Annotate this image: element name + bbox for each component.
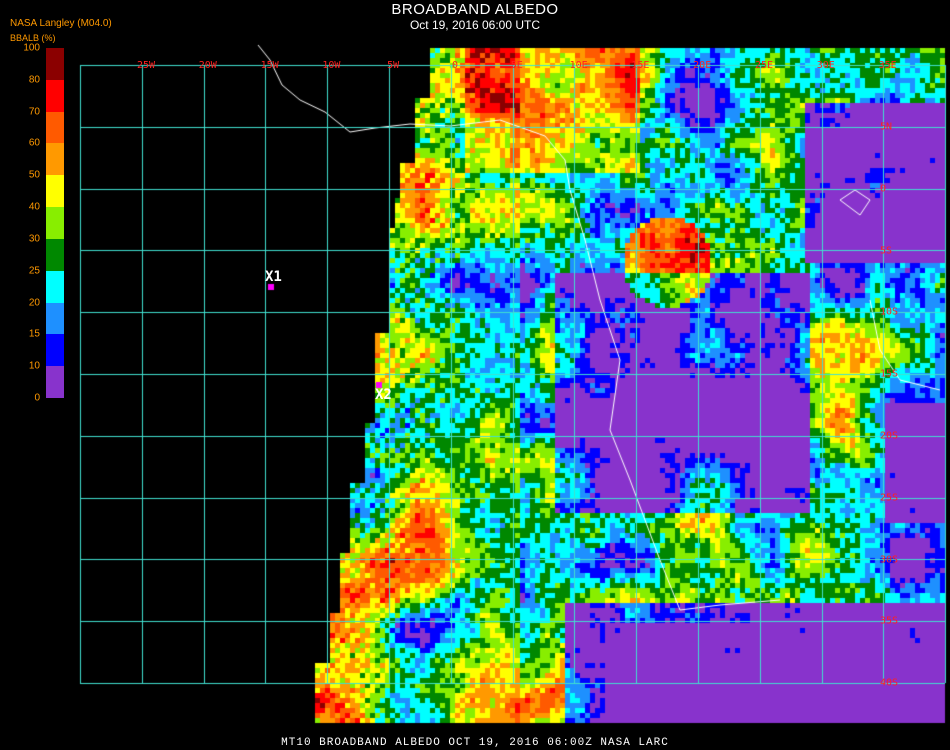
- marker-x1-label: X1: [265, 269, 282, 285]
- lat-label: 5N: [880, 121, 893, 133]
- colorbar-segment: [46, 366, 64, 399]
- lat-label: 10S: [880, 306, 899, 318]
- lon-label: 5E: [510, 60, 523, 71]
- colorbar-segment: [46, 111, 64, 144]
- lat-label: 35S: [880, 615, 899, 627]
- colorbar-tick-label: 20: [28, 297, 40, 309]
- lon-label: 30E: [816, 60, 835, 71]
- colorbar-segment: [46, 270, 64, 304]
- lon-label: 15E: [631, 60, 650, 71]
- colorbar-tick-label: 50: [28, 169, 40, 181]
- lat-label: 15S: [880, 368, 899, 380]
- colorbar-tick-label: 25: [28, 265, 40, 277]
- colorbar-segment: [46, 334, 64, 367]
- colorbar-tick-label: 60: [28, 137, 40, 149]
- colorbar-tick-label: 10: [28, 360, 40, 372]
- lon-label: 25E: [754, 60, 774, 71]
- colorbar-segment: [46, 302, 64, 335]
- lon-label: 15W: [260, 60, 279, 71]
- colorbar-segment: [46, 238, 64, 272]
- colorbar-tick-label: 15: [28, 328, 40, 340]
- map-subtitle: Oct 19, 2016 06:00 UTC: [409, 18, 541, 32]
- colorbar-tick-label: 100: [23, 42, 40, 54]
- footer-caption: MT10 BROADBAND ALBEDO OCT 19, 2016 06:00…: [281, 737, 669, 749]
- lon-label: 20W: [198, 60, 217, 71]
- lon-label: 25W: [136, 60, 156, 71]
- colorbar-tick-label: 30: [28, 233, 40, 245]
- lon-label: 5W: [387, 60, 400, 71]
- colorbar-tick-label: 80: [28, 74, 40, 86]
- colorbar-segment: [46, 207, 64, 240]
- colorbar-segment: [46, 175, 64, 208]
- albedo-map-canvas[interactable]: [0, 0, 950, 750]
- lat-label: 25S: [880, 492, 899, 504]
- lon-label: 0: [451, 60, 459, 71]
- lon-label: 10W: [322, 60, 341, 71]
- lon-label: 35E: [878, 60, 897, 71]
- lon-label: 10E: [569, 60, 588, 71]
- lat-label: 20S: [880, 430, 899, 442]
- colorbar-tick-label: 0: [34, 392, 40, 404]
- colorbar-segment: [46, 48, 64, 81]
- lon-label: 20E: [693, 60, 712, 71]
- map-title: BROADBAND ALBEDO: [391, 1, 559, 18]
- colorbar-tick-label: 70: [28, 106, 40, 118]
- colorbar-tick-label: 40: [28, 201, 40, 213]
- colorbar-title: BBALB (%): [10, 33, 56, 43]
- lat-label: 40S: [880, 677, 899, 689]
- lat-label: 30S: [880, 554, 899, 566]
- colorbar-segment: [46, 143, 64, 176]
- lat-label: 5S: [880, 245, 893, 257]
- marker-x2-label: X2: [375, 387, 392, 403]
- lat-label: 0: [880, 183, 887, 195]
- colorbar: [46, 48, 64, 399]
- agency-label: NASA Langley (M04.0): [10, 18, 112, 29]
- colorbar-segment: [46, 79, 64, 113]
